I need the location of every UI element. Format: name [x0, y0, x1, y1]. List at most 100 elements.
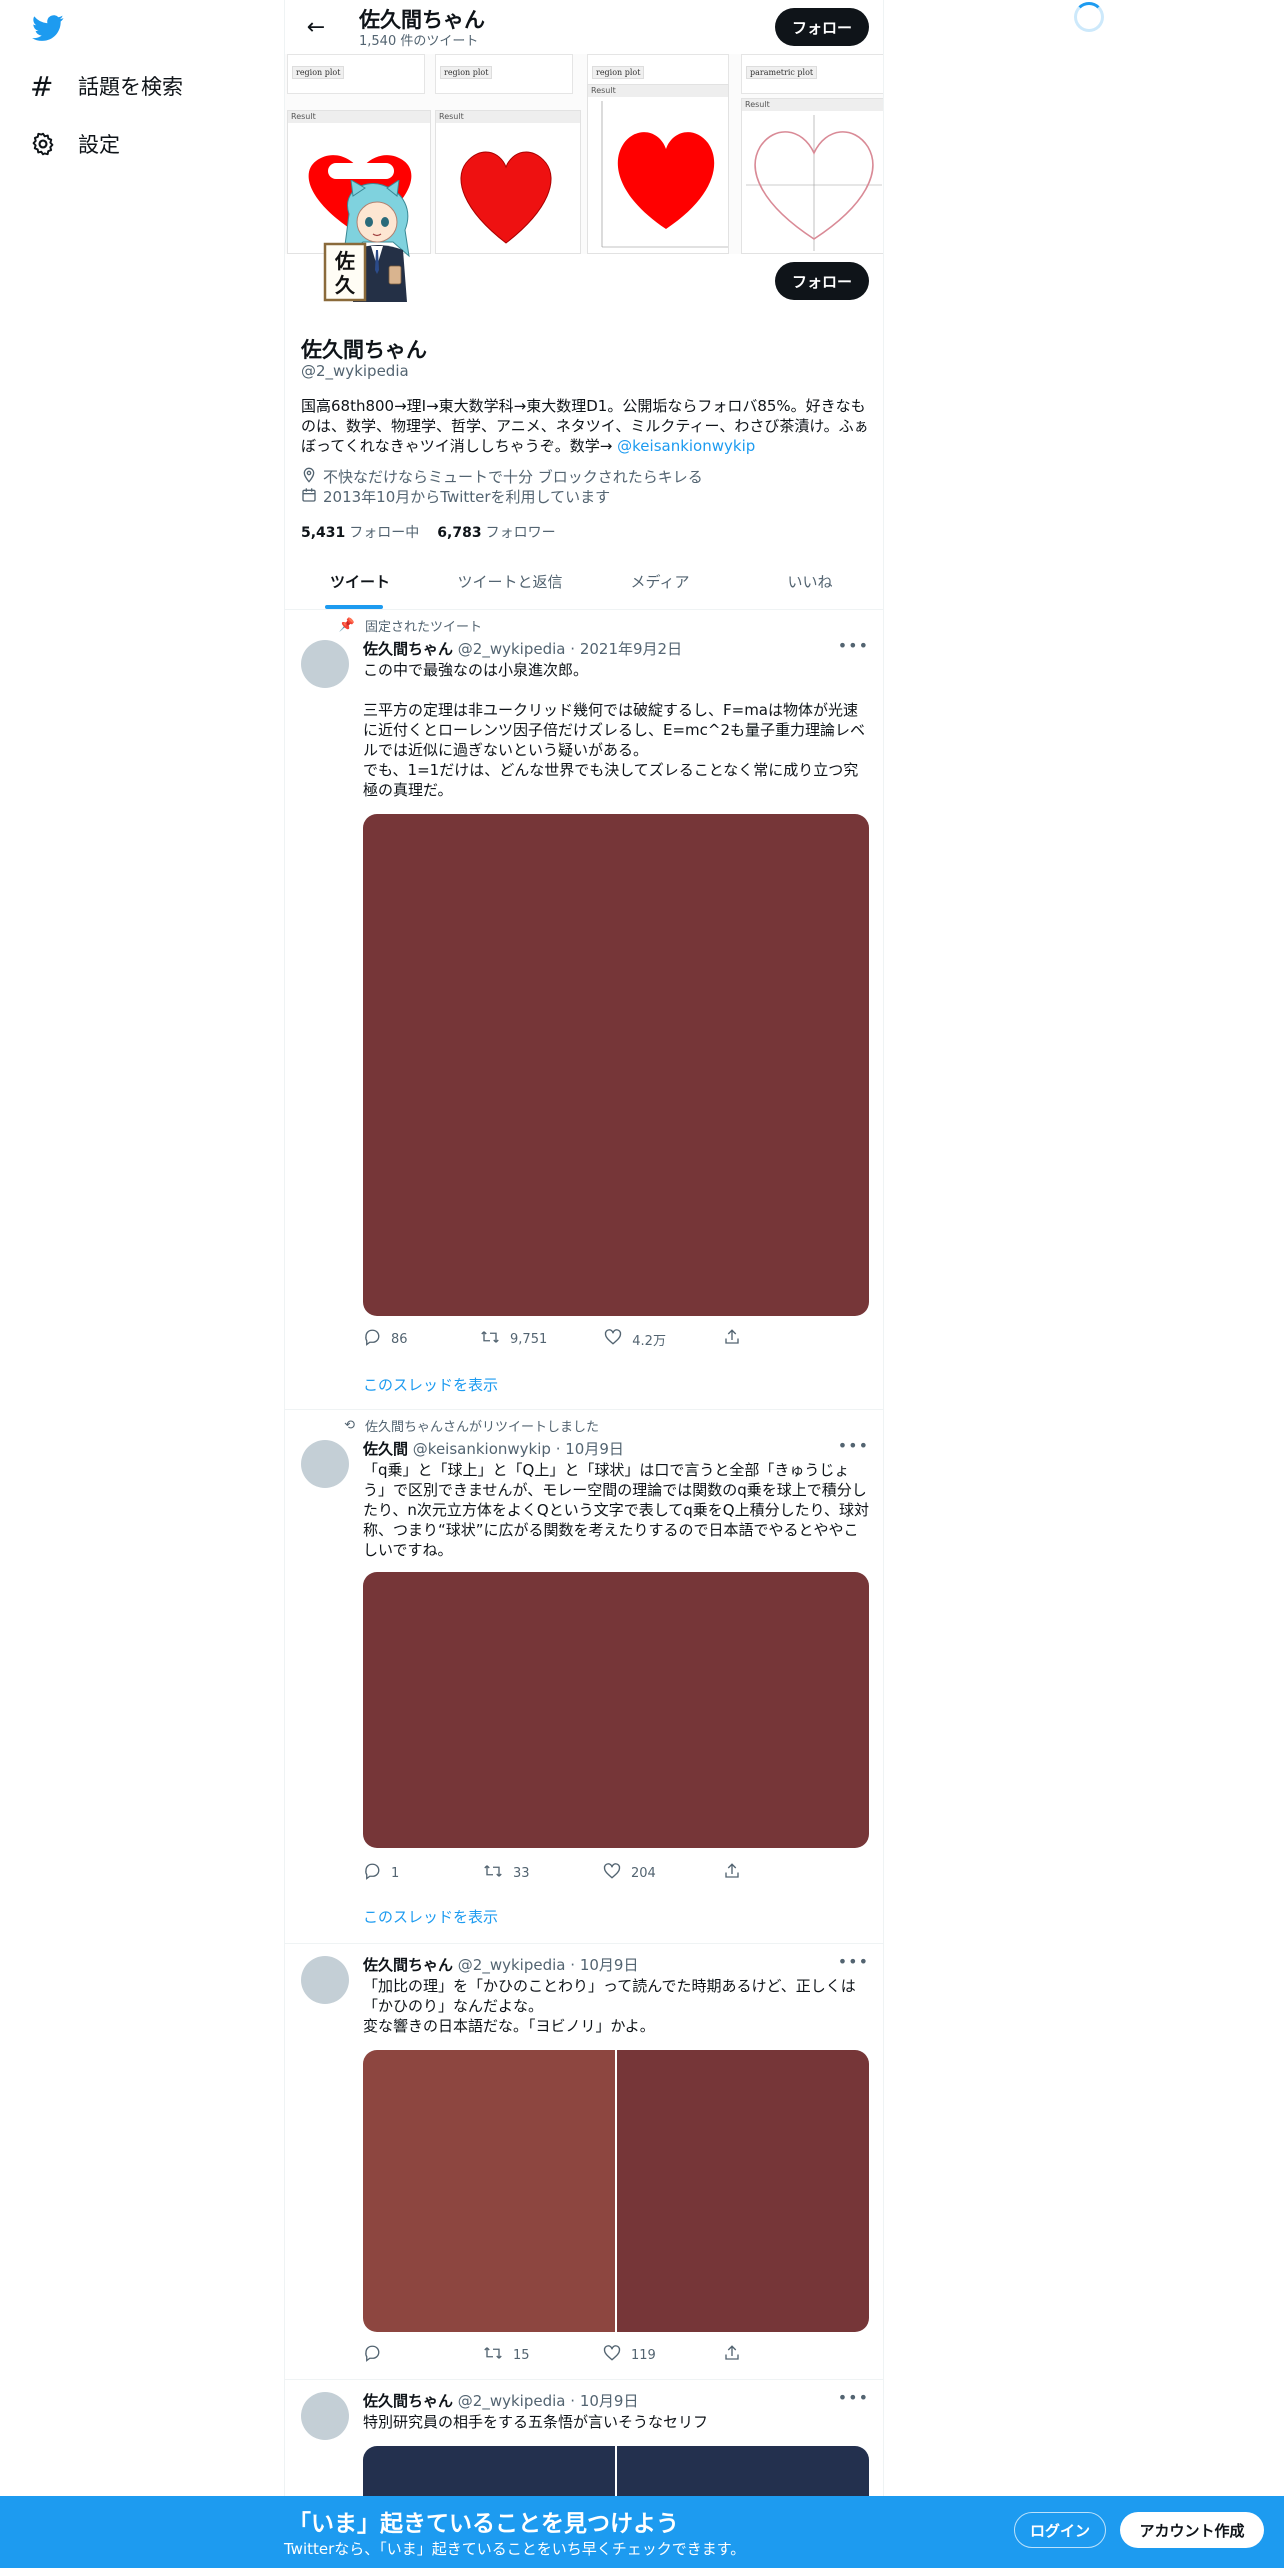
tweet[interactable]: ⟲ 佐久間ちゃんさんがリツイートしました 佐久間 @keisankionwyki… — [285, 1410, 883, 1944]
sidebar-item-settings[interactable]: 設定 — [30, 122, 120, 166]
profile-tabs: ツイート ツイートと返信 メディア いいね — [285, 554, 883, 610]
tweet-author-handle[interactable]: @2_wykipedia — [458, 2392, 566, 2410]
media-image[interactable] — [363, 1572, 869, 1848]
media-image[interactable] — [363, 2050, 615, 2332]
tweet-media[interactable] — [363, 814, 869, 1316]
like-count: 4.2万 — [632, 1334, 666, 1349]
more-options-icon[interactable]: ••• — [838, 636, 869, 655]
like-count: 204 — [631, 1866, 656, 1881]
reply-button[interactable]: 86 — [363, 1328, 423, 1351]
gear-icon — [30, 131, 64, 157]
retweet-icon: ⟲ — [344, 1418, 355, 1433]
sidebar-item-explore[interactable]: # 話題を検索 — [30, 64, 183, 108]
more-options-icon[interactable]: ••• — [838, 1436, 869, 1455]
formula-card: parametric plot — [741, 54, 883, 94]
tweet-author-name[interactable]: 佐久間ちゃん — [363, 2392, 453, 2410]
tweet-dot-separator: · — [555, 1440, 566, 1458]
profile-follow-button[interactable]: フォロー — [775, 262, 869, 300]
tab-tweets-and-replies[interactable]: ツイートと返信 — [435, 554, 585, 609]
more-options-icon[interactable]: ••• — [838, 1952, 869, 1971]
profile-avatar[interactable]: 佐 久 — [323, 180, 415, 302]
avatar[interactable] — [301, 640, 349, 688]
retweet-count: 15 — [513, 2348, 530, 2363]
tweet-text: 「加比の理」を「かひのことわり」って読んでた時期あるけど、正しくは「かひのり」な… — [363, 1977, 856, 2035]
show-thread-link[interactable]: このスレッドを表示 — [363, 1906, 498, 1927]
like-button[interactable]: 119 — [603, 2344, 663, 2367]
heart-icon — [603, 1862, 621, 1885]
followers-count: 6,783 — [437, 525, 482, 541]
tab-media[interactable]: メディア — [585, 554, 735, 609]
share-button[interactable] — [723, 1862, 783, 1885]
profile-header-bar: ← 佐久間ちゃん 1,540 件のツイート フォロー — [285, 0, 883, 54]
tweet-author-handle[interactable]: @2_wykipedia — [458, 1956, 566, 1974]
like-button[interactable]: 204 — [603, 1862, 663, 1885]
reply-button[interactable] — [363, 2344, 423, 2367]
tweet-author-handle[interactable]: @2_wykipedia — [458, 640, 566, 658]
share-icon — [723, 1862, 741, 1885]
sidebar-item-label: 設定 — [78, 133, 120, 157]
retweet-button[interactable]: 33 — [483, 1862, 543, 1885]
like-count: 119 — [631, 2348, 656, 2363]
tab-likes[interactable]: いいね — [735, 554, 883, 609]
tweet-date[interactable]: 10月9日 — [580, 1956, 639, 1974]
reply-count: 86 — [391, 1332, 408, 1347]
signup-banner-title: 「いま」起きていることを見つけよう — [288, 2511, 679, 2537]
result-label: Result — [742, 99, 883, 111]
avatar[interactable] — [301, 1956, 349, 2004]
tab-tweets[interactable]: ツイート — [285, 554, 435, 609]
tweet-media[interactable] — [363, 1572, 869, 1848]
profile-counts: 5,431 フォロー中 6,783 フォロワー — [301, 522, 574, 542]
media-image[interactable] — [617, 2050, 869, 2332]
retweet-button[interactable]: 15 — [483, 2344, 543, 2367]
tweet-media[interactable] — [363, 2050, 869, 2332]
share-button[interactable] — [723, 1328, 783, 1351]
tweet-author-name[interactable]: 佐久間 — [363, 1440, 408, 1458]
result-panel: Result — [435, 110, 581, 254]
profile-name: 佐久間ちゃん — [301, 338, 427, 362]
tweet-date[interactable]: 10月9日 — [565, 1440, 624, 1458]
reply-icon — [363, 1328, 381, 1351]
tweet-date[interactable]: 2021年9月2日 — [580, 640, 682, 658]
profile-handle: @2_wykipedia — [301, 362, 409, 380]
tweet-dot-separator: · — [570, 1956, 580, 1974]
signup-button[interactable]: アカウント作成 — [1120, 2512, 1264, 2548]
twitter-bird-icon[interactable] — [30, 12, 66, 44]
loading-spinner-icon — [1074, 2, 1104, 32]
tweet[interactable]: 📌 固定されたツイート 佐久間ちゃん @2_wykipedia · 2021年9… — [285, 610, 883, 1410]
header-follow-button[interactable]: フォロー — [775, 8, 869, 46]
calendar-icon — [301, 487, 321, 507]
media-image[interactable] — [363, 814, 869, 1316]
retweet-button[interactable]: 9,751 — [480, 1328, 547, 1351]
avatar-sign-char: 佐 — [334, 249, 355, 273]
followers-label: フォロワー — [485, 525, 556, 541]
avatar[interactable] — [301, 1440, 349, 1488]
share-icon — [723, 2344, 741, 2367]
result-panel: Result — [587, 84, 729, 254]
tweet-text: 特別研究員の相手をする五条悟が言いそうなセリフ — [363, 2413, 709, 2431]
avatar[interactable] — [301, 2392, 349, 2440]
following-count-link[interactable]: 5,431 フォロー中 — [301, 522, 419, 542]
share-button[interactable] — [723, 2344, 783, 2367]
reply-button[interactable]: 1 — [363, 1862, 423, 1885]
more-options-icon[interactable]: ••• — [838, 2388, 869, 2407]
retweet-context: ⟲ 佐久間ちゃんさんがリツイートしました — [327, 1416, 599, 1435]
tweet[interactable]: 佐久間ちゃん @2_wykipedia · 10月9日 ••• 「加比の理」を「… — [285, 1944, 883, 2380]
tweet-author-handle[interactable]: @keisankionwykip — [413, 1440, 551, 1458]
following-label: フォロー中 — [349, 525, 420, 541]
profile-column: ← 佐久間ちゃん 1,540 件のツイート フォロー region plot r… — [284, 0, 884, 2568]
hashtag-icon: # — [30, 69, 54, 103]
like-button[interactable]: 4.2万 — [604, 1328, 666, 1351]
show-thread-link[interactable]: このスレッドを表示 — [363, 1374, 498, 1395]
back-arrow-icon[interactable]: ← — [299, 10, 333, 44]
bio-mention-link[interactable]: @keisankionwykip — [617, 437, 755, 455]
tweet-actions: 15 119 — [363, 2344, 783, 2367]
bio-text: 国高68th800→理Ⅰ→東大数学科→東大数理D1。公開垢ならフォロバ85%。好… — [301, 397, 869, 455]
login-button[interactable]: ログイン — [1014, 2512, 1106, 2548]
followers-count-link[interactable]: 6,783 フォロワー — [437, 522, 555, 542]
result-label: Result — [588, 85, 728, 97]
tweet-dot-separator: · — [570, 2392, 580, 2410]
context-text: 固定されたツイート — [365, 620, 483, 635]
tweet-date[interactable]: 10月9日 — [580, 2392, 639, 2410]
tweet-author-name[interactable]: 佐久間ちゃん — [363, 1956, 453, 1974]
tweet-author-name[interactable]: 佐久間ちゃん — [363, 640, 453, 658]
